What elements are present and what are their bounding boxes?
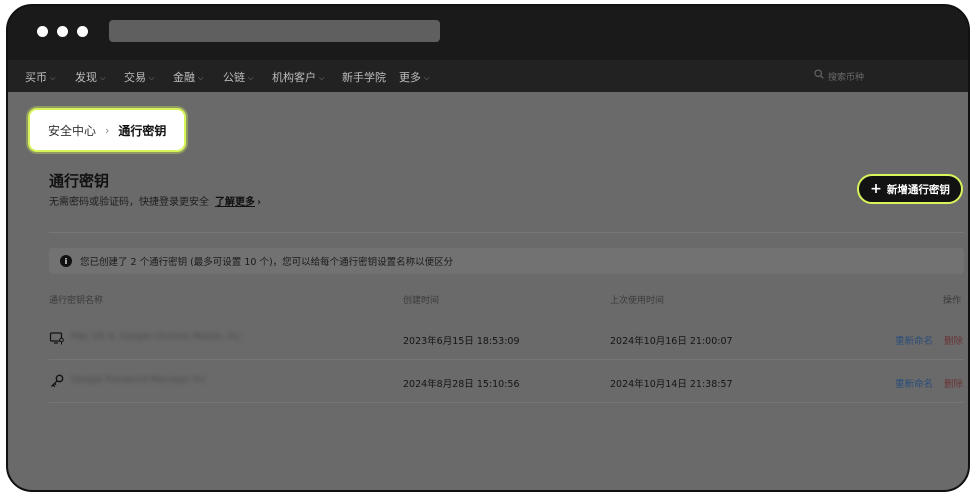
nav-item-chain[interactable]: 公链 ⌵ (223, 69, 253, 85)
breadcrumb-parent[interactable]: 安全中心 (48, 122, 96, 139)
window-dot-icon[interactable] (37, 26, 48, 37)
add-passkey-label: 新增通行密钥 (886, 183, 950, 196)
rename-button[interactable]: 重新命名 (895, 333, 933, 347)
chevron-down-icon: ⌵ (50, 74, 56, 82)
info-text: 您已创建了 2 个通行密钥 (最多可设置 10 个)，您可以给每个通行密钥设置名… (80, 257, 454, 268)
info-banner: i 您已创建了 2 个通行密钥 (最多可设置 10 个)，您可以给每个通行密钥设… (49, 248, 964, 274)
created-time: 2023年6月15日 18:53:09 (403, 336, 520, 347)
plus-icon: + (870, 181, 882, 197)
window-dot-icon[interactable] (57, 26, 68, 37)
search-placeholder: 搜索币种 (828, 73, 865, 83)
chevron-down-icon: ⌵ (198, 74, 204, 82)
nav-item-academy[interactable]: 新手学院 (342, 69, 386, 85)
nav-item-institutional[interactable]: 机构客户 ⌵ (272, 69, 324, 85)
device-key-icon (49, 332, 64, 345)
delete-button[interactable]: 删除 (944, 333, 963, 347)
table-row: Mac OS X, Google Chrome Mobile, Inc 2023… (49, 318, 964, 360)
breadcrumb-current: 通行密钥 (118, 123, 167, 138)
chevron-right-icon[interactable]: › (257, 197, 261, 208)
created-time: 2024年8月28日 15:10:56 (403, 379, 520, 390)
column-header-last-used: 上次使用时间 (610, 296, 665, 306)
chevron-down-icon: ⌵ (248, 74, 254, 82)
chevron-down-icon: ⌵ (100, 74, 106, 82)
passkey-name: Mac OS X, Google Chrome Mobile, Inc (71, 332, 241, 342)
browser-titlebar (8, 6, 968, 60)
search-icon (814, 69, 824, 79)
column-header-created: 创建时间 (403, 296, 440, 306)
search-input[interactable]: 搜索币种 (812, 67, 962, 85)
nav-item-trade[interactable]: 交易 ⌵ (124, 69, 154, 85)
nav-item-finance[interactable]: 金融 ⌵ (173, 69, 203, 85)
subtitle-text: 无需密码或验证码，快捷登录更安全 (49, 197, 209, 208)
page-subtitle: 无需密码或验证码，快捷登录更安全 了解更多 › (49, 193, 261, 208)
chevron-down-icon: ⌵ (319, 74, 325, 82)
info-icon: i (60, 255, 72, 267)
top-nav: 买币 ⌵ 发现 ⌵ 交易 ⌵ 金融 ⌵ 公链 ⌵ 机构客户 ⌵ 新手学院 更多 ⌵ 搜索币种 (8, 60, 968, 92)
learn-more-link[interactable]: 了解更多 (215, 197, 255, 208)
key-icon (51, 374, 64, 388)
add-passkey-button[interactable]: + 新增通行密钥 (857, 174, 963, 204)
divider (49, 232, 964, 233)
column-header-name: 通行密钥名称 (49, 296, 104, 306)
browser-window: 买币 ⌵ 发现 ⌵ 交易 ⌵ 金融 ⌵ 公链 ⌵ 机构客户 ⌵ 新手学院 更多 ⌵ 搜索币种 … (6, 4, 970, 492)
nav-item-buy-crypto[interactable]: 买币 ⌵ (25, 69, 55, 85)
nav-item-more[interactable]: 更多 ⌵ (399, 69, 429, 85)
address-bar[interactable] (109, 20, 440, 42)
last-used-time: 2024年10月16日 21:00:07 (610, 336, 733, 347)
column-header-actions: 操作 (943, 296, 962, 306)
nav-item-discover[interactable]: 发现 ⌵ (75, 69, 105, 85)
table-row: Google Password Manager Inc 2024年8月28日 1… (49, 361, 964, 403)
chevron-right-icon: › (105, 123, 110, 137)
main-content: 安全中心 › 通行密钥 通行密钥 无需密码或验证码，快捷登录更安全 了解更多 › +… (8, 92, 968, 490)
chevron-down-icon: ⌵ (149, 74, 155, 82)
last-used-time: 2024年10月14日 21:38:57 (610, 379, 733, 390)
window-dot-icon[interactable] (77, 26, 88, 37)
rename-button[interactable]: 重新命名 (895, 376, 933, 390)
passkey-name: Google Password Manager Inc (71, 375, 207, 385)
delete-button[interactable]: 删除 (944, 376, 963, 390)
chevron-down-icon: ⌵ (424, 74, 430, 82)
page-title: 通行密钥 (49, 172, 110, 190)
breadcrumb: 安全中心 › 通行密钥 (28, 108, 186, 152)
